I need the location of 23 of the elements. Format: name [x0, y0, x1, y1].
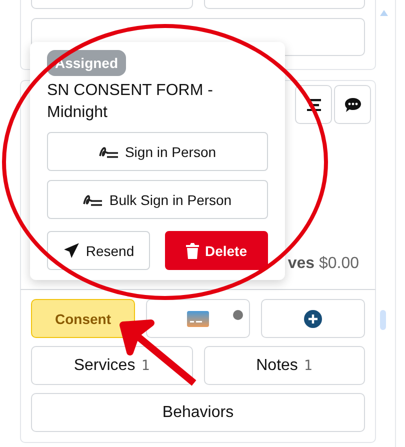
chat-icon — [344, 96, 362, 112]
status-badge: Assigned — [47, 50, 126, 76]
trash-icon — [186, 242, 199, 258]
tab-button[interactable]: Behaviors — [31, 393, 365, 432]
delete-button[interactable]: Delete — [165, 231, 268, 270]
tab-button[interactable]: Notes 1 — [204, 346, 365, 385]
signature-icon — [98, 144, 119, 158]
tab-button[interactable]: Services 1 — [31, 346, 192, 385]
tab-button[interactable]: Consent — [31, 299, 135, 338]
add-tab[interactable] — [261, 299, 365, 338]
total-text: ves $0.00 — [288, 255, 359, 273]
chat-button[interactable] — [334, 85, 371, 124]
resend-button[interactable]: Resend — [47, 231, 150, 270]
scrollbar-thumb[interactable] — [380, 310, 386, 330]
sign-in-person-button[interactable]: Bulk Sign in Person — [47, 180, 268, 219]
credit-card-icon — [187, 310, 209, 326]
payment-tab[interactable] — [146, 299, 250, 338]
form-title: SN CONSENT FORM - Midnight — [47, 81, 214, 123]
menu-icon — [306, 98, 320, 110]
sign-in-person-button[interactable]: Sign in Person — [47, 132, 268, 171]
add-icon — [304, 310, 322, 328]
signature-icon — [83, 192, 104, 206]
send-icon — [62, 242, 80, 259]
